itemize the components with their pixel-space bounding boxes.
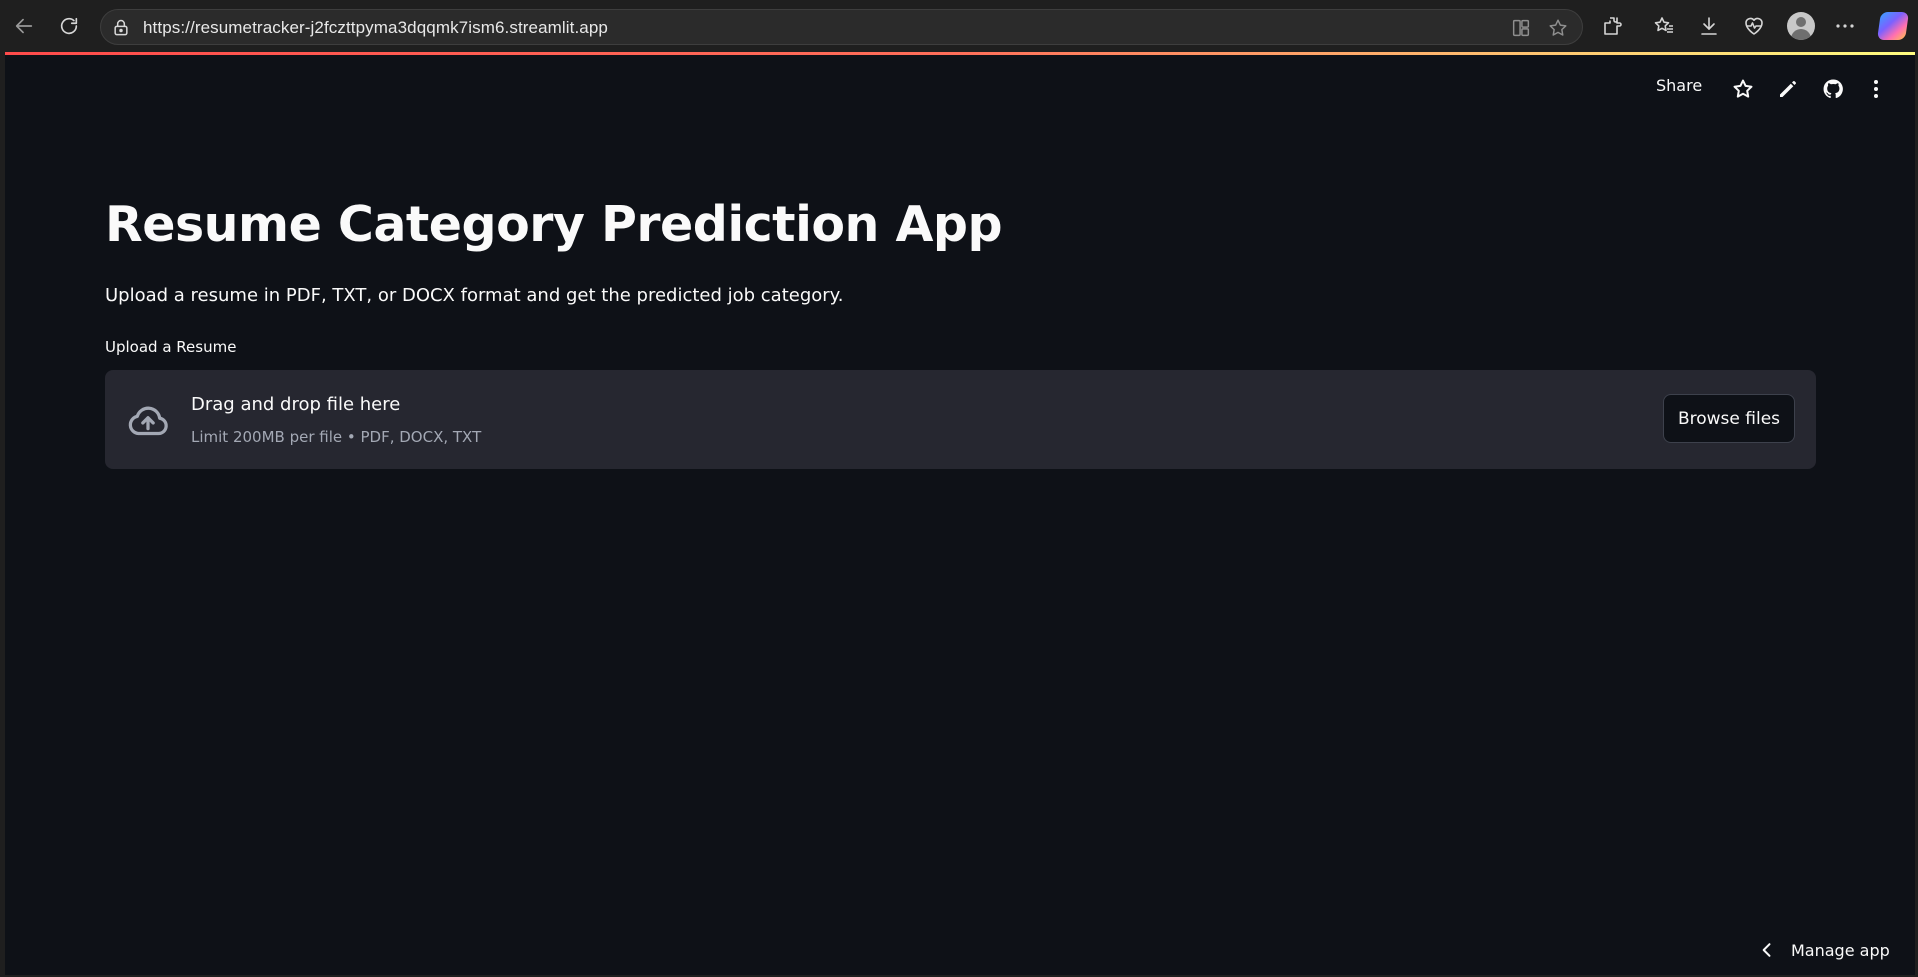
manage-app-button[interactable]: Manage app <box>1757 936 1907 964</box>
url-text[interactable]: https://resumetracker-j2fczttpyma3dqqmk7… <box>143 18 608 38</box>
favorites-icon[interactable] <box>1652 14 1676 38</box>
dropzone-limit-text: Limit 200MB per file • PDF, DOCX, TXT <box>191 428 482 446</box>
github-icon[interactable] <box>1821 77 1845 101</box>
header-decoration <box>5 52 1915 55</box>
profile-avatar[interactable] <box>1787 12 1815 40</box>
copilot-icon[interactable] <box>1877 12 1909 40</box>
split-screen-icon[interactable] <box>1510 17 1532 39</box>
back-arrow-icon[interactable] <box>6 8 42 44</box>
download-icon[interactable] <box>1697 14 1721 38</box>
more-icon[interactable] <box>1833 14 1857 38</box>
extensions-icon[interactable] <box>1601 14 1625 38</box>
app-viewport: Share Resume Category Prediction App Upl… <box>5 52 1915 975</box>
file-dropzone[interactable]: Drag and drop file here Limit 200MB per … <box>105 370 1816 469</box>
dropzone-title: Drag and drop file here <box>191 394 401 415</box>
lock-icon[interactable] <box>111 18 131 38</box>
cloud-upload-icon <box>128 406 168 436</box>
page-title: Resume Category Prediction App <box>105 196 1003 253</box>
file-uploader-label: Upload a Resume <box>105 338 237 356</box>
more-vertical-icon[interactable] <box>1864 77 1888 101</box>
star-icon[interactable] <box>1731 77 1755 101</box>
address-bar[interactable]: https://resumetracker-j2fczttpyma3dqqmk7… <box>100 9 1583 45</box>
browse-files-button[interactable]: Browse files <box>1663 394 1795 443</box>
share-button[interactable]: Share <box>1656 76 1702 95</box>
reload-icon[interactable] <box>51 8 87 44</box>
manage-app-label: Manage app <box>1791 940 1890 960</box>
edit-pencil-icon[interactable] <box>1776 77 1800 101</box>
favorite-star-icon[interactable] <box>1547 17 1569 39</box>
browser-toolbar: https://resumetracker-j2fczttpyma3dqqmk7… <box>0 0 1918 52</box>
chevron-left-icon <box>1762 943 1771 957</box>
health-icon[interactable] <box>1742 14 1766 38</box>
page-description: Upload a resume in PDF, TXT, or DOCX for… <box>105 285 844 306</box>
